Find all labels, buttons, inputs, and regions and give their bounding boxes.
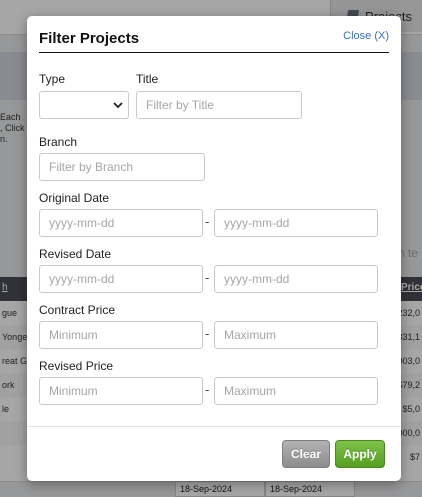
apply-button[interactable]: Apply (335, 440, 385, 468)
dialog-title: Filter Projects (39, 30, 140, 47)
footer-divider (27, 426, 401, 427)
close-link[interactable]: Close (X) (343, 30, 389, 42)
revised-price-max-input[interactable] (214, 377, 378, 405)
revised-price-min-input[interactable] (39, 377, 203, 405)
revised-date-to-input[interactable] (214, 265, 378, 293)
original-date-label: Original Date (39, 191, 110, 205)
contract-price-min-input[interactable] (39, 321, 203, 349)
revised-date-from-input[interactable] (39, 265, 203, 293)
filter-projects-dialog: Filter Projects Close (X) Type Title Bra… (27, 16, 401, 481)
range-separator: - (205, 214, 210, 229)
branch-filter-input[interactable] (39, 153, 205, 181)
dialog-header: Filter Projects Close (X) (39, 28, 389, 53)
title-label: Title (136, 72, 159, 86)
original-date-from-input[interactable] (39, 209, 203, 237)
chevron-down-icon (113, 102, 123, 109)
type-select[interactable] (39, 91, 129, 119)
range-separator: - (205, 382, 210, 397)
branch-label: Branch (39, 135, 78, 149)
original-date-to-input[interactable] (214, 209, 378, 237)
clear-button[interactable]: Clear (282, 440, 330, 468)
range-separator: - (205, 326, 210, 341)
contract-price-label: Contract Price (39, 303, 116, 317)
type-label: Type (39, 72, 66, 86)
title-filter-input[interactable] (136, 91, 302, 119)
revised-date-label: Revised Date (39, 247, 112, 261)
revised-price-label: Revised Price (39, 359, 114, 373)
range-separator: - (205, 270, 210, 285)
contract-price-max-input[interactable] (214, 321, 378, 349)
